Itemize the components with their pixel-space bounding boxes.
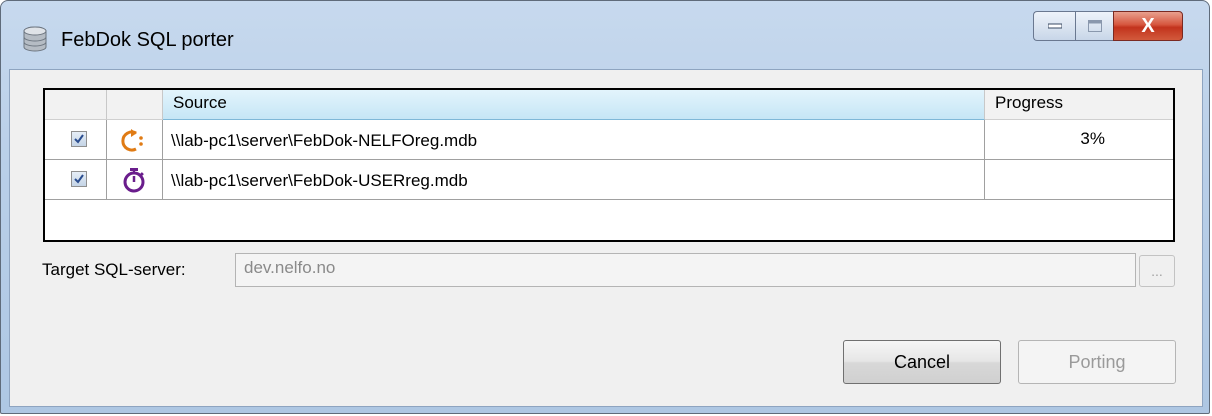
close-button[interactable]: X <box>1113 11 1183 41</box>
progress-value <box>985 160 1173 200</box>
title-bar[interactable]: FebDok SQL porter X <box>1 1 1209 69</box>
table-row[interactable]: \\lab-pc1\server\FebDok-USERreg.mdb <box>45 160 1173 200</box>
maximize-icon <box>1087 20 1102 32</box>
porting-button[interactable]: Porting <box>1018 340 1176 384</box>
grid-header: Source Progress <box>45 90 1173 120</box>
checkmark-icon <box>74 134 84 144</box>
progress-cell-spacer <box>1105 120 1173 160</box>
stopwatch-icon <box>123 168 145 193</box>
table-row[interactable]: \\lab-pc1\server\FebDok-NELFOreg.mdb 3% <box>45 120 1173 160</box>
row-checkbox[interactable] <box>71 171 87 187</box>
row-checkbox[interactable] <box>71 131 87 147</box>
database-icon <box>21 25 49 53</box>
app-window: FebDok SQL porter X Source Progress \\la… <box>0 0 1210 414</box>
source-path: \\lab-pc1\server\FebDok-USERreg.mdb <box>163 160 985 200</box>
column-header-check[interactable] <box>45 90 107 120</box>
progress-value: 3% <box>985 120 1105 160</box>
status-cell <box>107 120 163 160</box>
window-controls: X <box>1033 11 1183 41</box>
source-path: \\lab-pc1\server\FebDok-NELFOreg.mdb <box>163 120 985 160</box>
browse-button[interactable]: ... <box>1139 255 1175 287</box>
status-cell <box>107 160 163 200</box>
in-progress-icon <box>121 129 143 152</box>
client-area: Source Progress \\lab-pc1\server\FebDok-… <box>9 69 1203 407</box>
column-header-source[interactable]: Source <box>163 90 985 120</box>
check-cell <box>45 160 107 200</box>
checkmark-icon <box>74 174 84 184</box>
target-sql-server-label: Target SQL-server: <box>42 260 186 279</box>
target-sql-server-input[interactable]: dev.nelfo.no <box>235 253 1136 287</box>
source-grid: Source Progress \\lab-pc1\server\FebDok-… <box>43 88 1175 242</box>
minimize-button[interactable] <box>1033 11 1075 41</box>
close-icon: X <box>1141 14 1155 37</box>
maximize-button[interactable] <box>1075 11 1113 41</box>
column-header-progress[interactable]: Progress <box>985 90 1173 120</box>
column-header-status[interactable] <box>107 90 163 120</box>
cancel-button[interactable]: Cancel <box>843 340 1001 384</box>
window-title: FebDok SQL porter <box>61 29 234 51</box>
minimize-icon <box>1047 23 1062 29</box>
check-cell <box>45 120 107 160</box>
